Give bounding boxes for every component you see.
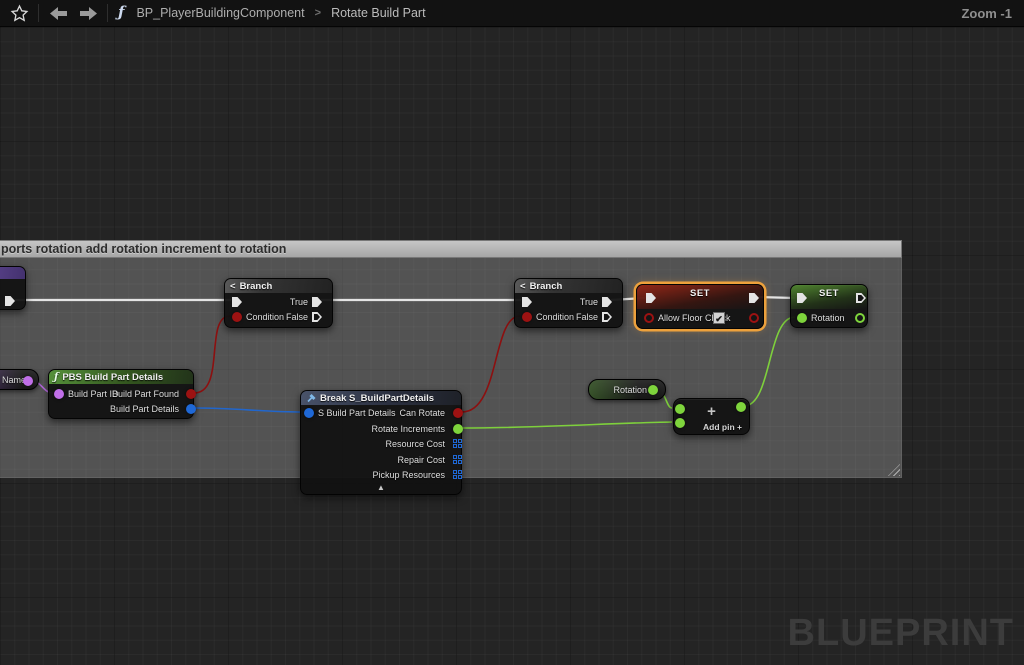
true-out-pin[interactable]	[312, 297, 322, 307]
pbs-build-part-details-node[interactable]: ƒ PBS Build Part Details Build Part ID B…	[48, 369, 194, 419]
exec-in-pin[interactable]	[646, 293, 656, 303]
build-part-details-label: Build Part Details	[110, 404, 179, 414]
allow-floor-check-out-pin[interactable]	[749, 313, 759, 323]
true-label: True	[290, 297, 308, 307]
true-out-pin[interactable]	[602, 297, 612, 307]
condition-pin[interactable]	[232, 312, 242, 322]
rotation-label: Rotation	[811, 313, 845, 323]
build-part-found-label: Build Part Found	[112, 389, 179, 399]
false-out-pin[interactable]	[312, 312, 322, 322]
branch-node-1[interactable]: < Branch True Condition False	[224, 278, 333, 328]
repair-cost-label: Repair Cost	[397, 455, 445, 465]
toolbar-separator	[38, 4, 39, 22]
set-rotation-node[interactable]: SET Rotation	[790, 284, 868, 328]
add-pin-button[interactable]: Add pin +	[703, 422, 742, 432]
pickup-resources-pin[interactable]	[453, 470, 462, 479]
can-rotate-label: Can Rotate	[399, 408, 445, 418]
add-input-a-pin[interactable]	[675, 404, 685, 414]
checkmark-icon: ✔	[715, 314, 723, 324]
add-output-pin[interactable]	[736, 402, 746, 412]
s-build-part-details-label: S Build Part Details	[318, 408, 396, 418]
rotation-getter-label: Rotation	[613, 385, 647, 395]
branch-icon: <	[230, 281, 236, 292]
name-getter-out-pin[interactable]	[23, 376, 33, 386]
add-node[interactable]: + Add pin +	[673, 398, 750, 435]
blueprint-watermark: BLUEPRINT	[788, 612, 1014, 655]
branch-title: Branch	[530, 281, 563, 292]
repair-cost-pin[interactable]	[453, 455, 462, 464]
build-part-details-pin[interactable]	[186, 404, 196, 414]
breadcrumb-chevron-icon: >	[313, 7, 323, 19]
plus-icon: +	[737, 422, 742, 432]
resource-cost-pin[interactable]	[453, 439, 462, 448]
set-allow-floor-check-node[interactable]: SET Allow Floor Check ✔	[636, 284, 764, 329]
break-struct-icon	[306, 393, 316, 403]
resource-cost-label: Resource Cost	[385, 439, 445, 449]
exec-in-pin[interactable]	[522, 297, 532, 307]
rotate-increments-label: Rotate Increments	[371, 424, 445, 434]
branch-icon: <	[520, 281, 526, 292]
build-part-found-pin[interactable]	[186, 389, 196, 399]
rotation-out-pin[interactable]	[855, 313, 865, 323]
build-part-id-label: Build Part ID	[68, 389, 119, 399]
break-buildpartdetails-node[interactable]: Break S_BuildPartDetails S Build Part De…	[300, 390, 462, 495]
pickup-resources-label: Pickup Resources	[372, 470, 445, 480]
favorite-star-button[interactable]	[8, 2, 30, 24]
false-label: False	[286, 312, 308, 322]
s-build-part-details-pin[interactable]	[304, 408, 314, 418]
allow-floor-check-in-pin[interactable]	[644, 313, 654, 323]
comment-title-bar[interactable]: ports rotation add rotation increment to…	[0, 240, 902, 258]
condition-pin[interactable]	[522, 312, 532, 322]
back-button[interactable]	[47, 2, 69, 24]
exec-out-pin[interactable]	[749, 293, 759, 303]
rotation-getter-out-pin[interactable]	[648, 385, 658, 395]
false-out-pin[interactable]	[602, 312, 612, 322]
forward-button[interactable]	[77, 2, 99, 24]
rotate-increments-pin[interactable]	[453, 424, 463, 434]
zoom-level-indicator: Zoom -1	[961, 6, 1012, 21]
function-icon: ƒ	[116, 3, 128, 23]
build-part-id-pin[interactable]	[54, 389, 64, 399]
partial-node-header	[0, 267, 25, 279]
star-icon	[10, 4, 29, 23]
rotation-getter-node[interactable]: Rotation	[588, 379, 666, 400]
exec-out-pin[interactable]	[856, 293, 866, 303]
break-title: Break S_BuildPartDetails	[320, 393, 434, 404]
toolbar-separator	[107, 4, 108, 22]
false-label: False	[576, 312, 598, 322]
function-icon: ƒ	[54, 372, 58, 383]
exec-out-pin[interactable]	[5, 296, 15, 306]
branch-title: Branch	[240, 281, 273, 292]
blueprint-editor: BLUEPRINT ports rotation add rotation in…	[0, 0, 1024, 665]
partial-node-left-edge[interactable]	[0, 266, 26, 310]
exec-in-pin[interactable]	[232, 297, 242, 307]
allow-floor-check-checkbox[interactable]: ✔	[713, 312, 725, 324]
back-arrow-icon	[50, 7, 67, 20]
exec-in-pin[interactable]	[797, 293, 807, 303]
add-input-b-pin[interactable]	[675, 418, 685, 428]
pbs-title: PBS Build Part Details	[62, 372, 163, 383]
collapse-pins-arrow[interactable]: ▲	[301, 483, 461, 493]
breadcrumb-blueprint-name[interactable]: BP_PlayerBuildingComponent	[136, 6, 304, 20]
condition-label: Condition	[246, 312, 284, 322]
breadcrumb-function-name[interactable]: Rotate Build Part	[331, 6, 426, 20]
condition-label: Condition	[536, 312, 574, 322]
can-rotate-pin[interactable]	[453, 408, 463, 418]
comment-resize-handle[interactable]	[888, 464, 900, 476]
true-label: True	[580, 297, 598, 307]
name-getter-node[interactable]: Name	[0, 369, 39, 390]
rotation-in-pin[interactable]	[797, 313, 807, 323]
breadcrumb-toolbar: ƒ BP_PlayerBuildingComponent > Rotate Bu…	[0, 0, 1024, 27]
branch-node-2[interactable]: < Branch True Condition False	[514, 278, 623, 328]
forward-arrow-icon	[80, 7, 97, 20]
